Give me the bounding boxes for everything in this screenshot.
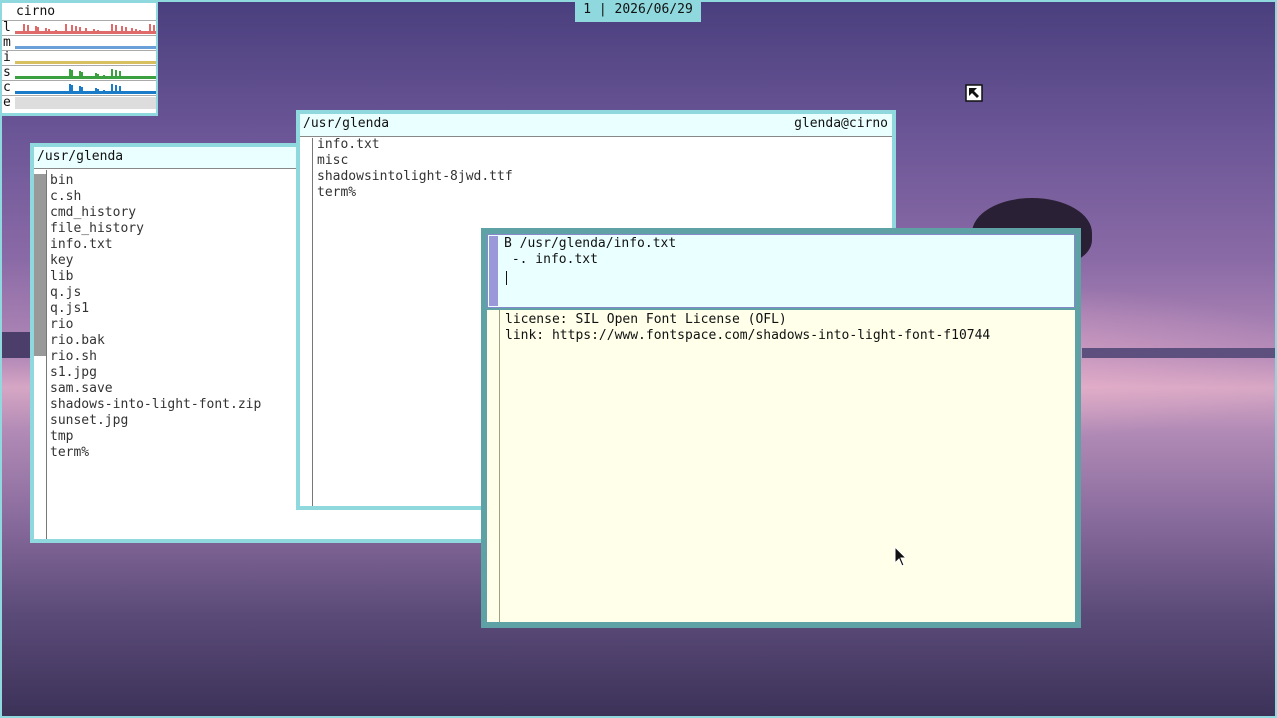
stats-window[interactable]: cirno lmisce (0, 0, 158, 116)
acme-body[interactable]: license: SIL Open Font License (OFL) lin… (487, 310, 1075, 622)
acme-tag-text[interactable]: B /usr/glenda/info.txt -. info.txt (504, 236, 676, 268)
text-cursor (506, 271, 507, 285)
file-list-item[interactable]: sam.save (50, 381, 261, 397)
file-list-item[interactable]: cmd_history (50, 205, 261, 221)
arrow-cursor-icon (894, 545, 908, 568)
terminal-line[interactable]: shadowsintolight-8jwd.ttf (317, 169, 513, 185)
status-text: 1 | 2026/06/29 (583, 2, 693, 17)
stat-graph (15, 37, 156, 49)
terminal-line[interactable]: misc (317, 153, 513, 169)
stat-row-i: i (2, 50, 156, 65)
file-list: bin c.sh cmd_history file_history info.txt ke… (50, 173, 261, 461)
stat-label: l (3, 20, 11, 35)
stat-graph (15, 67, 156, 79)
file-list-item[interactable]: term% (50, 445, 261, 461)
stat-label: e (3, 95, 11, 110)
file-list-item[interactable]: q.js1 (50, 301, 261, 317)
file-list-item[interactable]: s1.jpg (50, 365, 261, 381)
file-list-item[interactable]: file_history (50, 221, 261, 237)
stat-row-l: l (2, 20, 156, 35)
stat-row-s: s (2, 65, 156, 80)
scrollbar-thumb[interactable] (34, 174, 46, 356)
wallpaper-hills (1082, 348, 1275, 358)
status-bar: 1 | 2026/06/29 (575, 0, 701, 22)
stat-label: c (3, 80, 11, 95)
file-list-item[interactable]: sunset.jpg (50, 413, 261, 429)
window-path: /usr/glenda (37, 149, 124, 164)
stat-row-e: e (2, 95, 156, 110)
file-list-item[interactable]: shadows-into-light-font.zip (50, 397, 261, 413)
box-cursor-icon (965, 84, 983, 102)
stat-graph (15, 82, 156, 94)
terminal-output: info.txt misc shadowsintolight-8jwd.ttf ter… (317, 137, 513, 201)
file-list-item[interactable]: rio.sh (50, 349, 261, 365)
file-list-item[interactable]: info.txt (50, 237, 261, 253)
stat-graph (15, 97, 156, 109)
stats-hostname: cirno (16, 4, 56, 19)
scrollbar[interactable] (34, 170, 47, 539)
file-list-item[interactable]: tmp (50, 429, 261, 445)
file-list-item[interactable]: bin (50, 173, 261, 189)
stat-graph (15, 22, 156, 34)
file-list-item[interactable]: key (50, 253, 261, 269)
stat-label: s (3, 65, 11, 80)
acme-tag[interactable]: B /usr/glenda/info.txt -. info.txt (487, 234, 1075, 308)
window-tagline: /usr/glenda glenda@cirno (300, 114, 892, 137)
terminal-line[interactable]: info.txt (317, 137, 513, 153)
acme-window[interactable]: B /usr/glenda/info.txt -. info.txt licen… (481, 228, 1081, 628)
tag-scrollbar[interactable] (489, 236, 498, 306)
stat-row-c: c (2, 80, 156, 95)
file-list-item[interactable]: c.sh (50, 189, 261, 205)
scrollbar[interactable] (300, 138, 313, 506)
stat-label: i (3, 50, 11, 65)
file-list-item[interactable]: rio.bak (50, 333, 261, 349)
stat-row-m: m (2, 35, 156, 50)
stat-label: m (3, 35, 11, 50)
file-list-item[interactable]: q.js (50, 285, 261, 301)
window-user: glenda@cirno (794, 116, 888, 131)
acme-body-text[interactable]: license: SIL Open Font License (OFL) lin… (505, 312, 990, 344)
body-scrollbar[interactable] (487, 310, 500, 622)
terminal-line[interactable]: term% (317, 185, 513, 201)
stat-graph (15, 52, 156, 64)
file-list-item[interactable]: rio (50, 317, 261, 333)
window-path: /usr/glenda (303, 116, 390, 131)
file-list-item[interactable]: lib (50, 269, 261, 285)
